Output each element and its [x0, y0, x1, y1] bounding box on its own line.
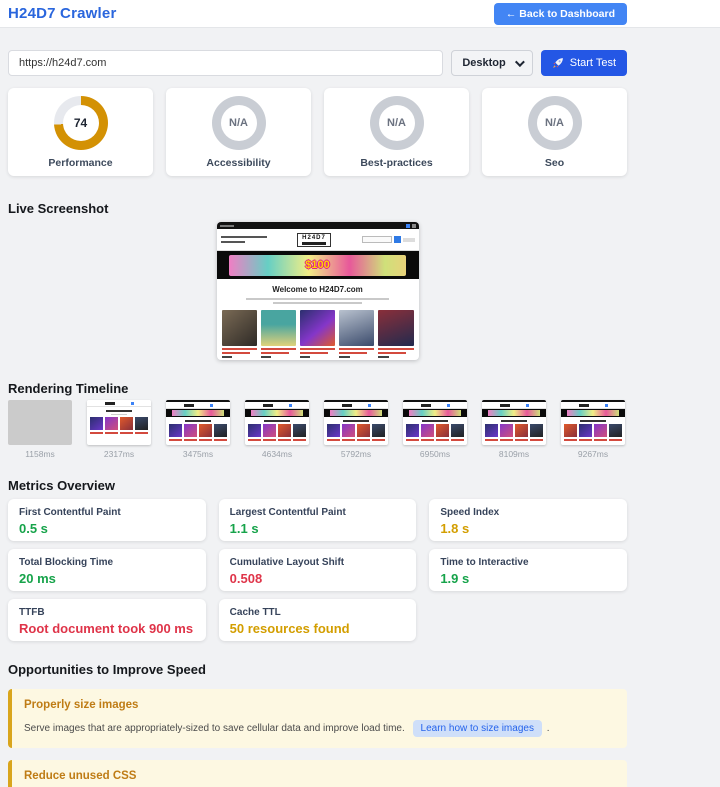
preview-browser-bar — [216, 222, 419, 229]
back-to-dashboard-button[interactable]: ← Back to Dashboard — [493, 2, 627, 25]
test-controls-row: Desktop Start Test — [8, 50, 627, 76]
timeline-thumbnail — [166, 400, 230, 445]
accessibility-gauge: N/A — [211, 95, 266, 150]
score-card-accessibility: N/A Accessibility — [166, 88, 311, 176]
score-card-best-practices: N/A Best-practices — [324, 88, 469, 176]
metric-card-cache-ttl: Cache TTL 50 resources found — [218, 599, 417, 641]
seo-score: N/A — [536, 104, 573, 141]
timeline-frame: 8109ms — [482, 400, 546, 459]
timeline-frame: 6950ms — [403, 400, 467, 459]
opportunity-reduce-unused-css: Reduce unused CSS Reduce unused rules fr… — [8, 760, 627, 787]
learn-how-to-size-images-button[interactable]: Learn how to size images — [412, 720, 542, 737]
page-title: H24D7 Crawler — [8, 5, 117, 22]
score-label: Performance — [48, 156, 113, 169]
timeline-frame: 9267ms — [561, 400, 625, 459]
score-label: Seo — [544, 156, 565, 169]
device-select-value: Desktop — [462, 57, 506, 69]
score-label: Accessibility — [206, 156, 271, 169]
timeline-thumbnail — [8, 400, 72, 445]
timeline-thumbnail — [561, 400, 625, 445]
timeline-thumbnail — [482, 400, 546, 445]
metrics-overview-heading: Metrics Overview — [8, 478, 115, 493]
opportunities-heading: Opportunities to Improve Speed — [8, 662, 206, 677]
metrics-grid: First Contentful Paint 0.5 s Largest Con… — [8, 499, 627, 641]
best-practices-score: N/A — [378, 104, 415, 141]
best-practices-gauge: N/A — [369, 95, 424, 150]
device-select[interactable]: Desktop — [451, 50, 533, 76]
start-test-label: Start Test — [569, 57, 616, 69]
timeline-frame: 3475ms — [166, 400, 230, 459]
performance-score: 74 — [62, 104, 99, 141]
preview-site-nav: H24D7 — [216, 229, 419, 251]
url-input[interactable] — [8, 50, 444, 76]
preview-promo-banner: $100 — [228, 254, 407, 276]
score-label: Best-practices — [360, 156, 433, 169]
score-card-seo: N/A Seo — [482, 88, 627, 176]
timeline-frame: 2317ms — [87, 400, 151, 459]
timeline-thumbnail — [403, 400, 467, 445]
seo-gauge: N/A — [527, 95, 582, 150]
accessibility-score: N/A — [220, 104, 257, 141]
live-screenshot-preview: H24D7 $100 Welcome to H24D7.com — [216, 222, 419, 360]
chevron-down-icon — [514, 56, 525, 67]
opportunity-description: Serve images that are appropriately-size… — [24, 723, 405, 734]
timeline-thumbnail — [87, 400, 151, 445]
timeline-thumbnail — [245, 400, 309, 445]
live-screenshot-heading: Live Screenshot — [8, 201, 109, 216]
metric-card-tti: Time to Interactive 1.9 s — [429, 549, 627, 591]
timeline-frame: 1158ms — [8, 400, 72, 459]
timeline-row: 1158ms 2317ms 3475ms 4634ms 5792ms 6950m… — [8, 400, 627, 459]
timeline-frame: 5792ms — [324, 400, 388, 459]
preview-banner-band: $100 — [216, 251, 419, 279]
start-test-button[interactable]: Start Test — [540, 50, 627, 76]
metric-card-ttfb: TTFB Root document took 900 ms — [8, 599, 206, 641]
top-bar: H24D7 Crawler ← Back to Dashboard — [0, 0, 720, 28]
metric-card-cls: Cumulative Layout Shift 0.508 — [218, 549, 417, 591]
rocket-icon — [552, 58, 563, 68]
performance-gauge: 74 — [53, 95, 108, 150]
metric-card-tbt: Total Blocking Time 20 ms — [8, 549, 206, 591]
opportunity-properly-size-images: Properly size images Serve images that a… — [8, 689, 627, 748]
preview-site-logo: H24D7 — [297, 232, 331, 247]
metric-card-fcp: First Contentful Paint 0.5 s — [8, 499, 206, 541]
rendering-timeline-heading: Rendering Timeline — [8, 381, 129, 396]
timeline-thumbnail — [324, 400, 388, 445]
score-card-performance: 74 Performance — [8, 88, 153, 176]
metric-card-lcp: Largest Contentful Paint 1.1 s — [218, 499, 417, 541]
score-cards-row: 74 Performance N/A Accessibility N/A Bes… — [8, 88, 627, 176]
preview-welcome-heading: Welcome to H24D7.com — [272, 285, 363, 294]
preview-product-cards — [221, 310, 414, 360]
metric-card-speed-index: Speed Index 1.8 s — [429, 499, 627, 541]
timeline-frame: 4634ms — [245, 400, 309, 459]
preview-search-bar — [361, 236, 415, 243]
